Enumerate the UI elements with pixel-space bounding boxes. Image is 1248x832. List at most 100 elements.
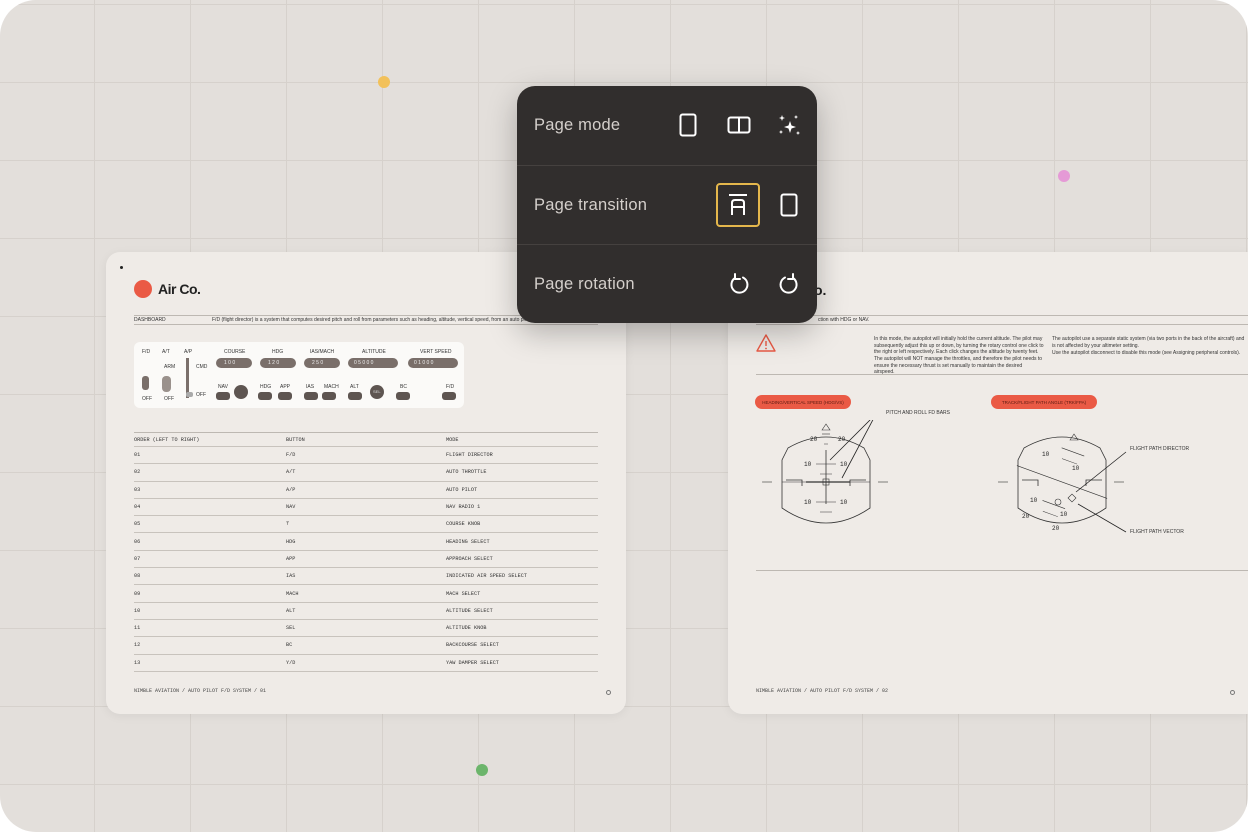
table-cell: YAW DAMPER SELECT xyxy=(446,654,598,672)
page-marker xyxy=(120,266,123,269)
button-label: IAS xyxy=(306,384,315,390)
toggle-switch xyxy=(162,376,171,392)
table-cell: 02 xyxy=(134,463,286,482)
table-header: ORDER (LEFT TO RIGHT) BUTTON MODE xyxy=(134,432,598,447)
table-cell: 13 xyxy=(134,654,286,672)
table-row: 04 NAV NAV RADIO 1 xyxy=(134,498,598,517)
canvas: Air Co. DASHBOARD F/D (flight director) … xyxy=(0,0,1248,832)
table-cell: A/P xyxy=(286,481,446,499)
table-row: 03 A/P AUTO PILOT xyxy=(134,481,598,499)
table-cell: 08 xyxy=(134,567,286,586)
attitude-indicator-fd-bars: 20 20 10 10 10 10 xyxy=(762,420,888,524)
pitch-label: 20 xyxy=(838,436,846,443)
switch-label: F/D xyxy=(142,349,151,355)
body-text: In this mode, the autopilot will initial… xyxy=(874,336,1044,355)
page-corner-marker xyxy=(1230,690,1235,695)
display-heading: 1 2 0 xyxy=(260,358,296,368)
fd-button-illustration xyxy=(442,392,456,400)
rotate-right-button[interactable] xyxy=(767,262,811,306)
callout-label: PITCH AND ROLL FD BARS xyxy=(886,410,950,416)
divider xyxy=(756,570,1248,571)
page-corner-marker xyxy=(606,690,611,695)
callout-label: FLIGHT PATH VECTOR xyxy=(1130,529,1184,535)
header-note: ction with HDG or NAV. xyxy=(818,317,870,323)
brand-name: Air Co. xyxy=(158,281,201,297)
page-mode-label: Page mode xyxy=(534,116,621,134)
page-curl-transition-button[interactable] xyxy=(716,183,760,227)
callout-label: FLIGHT PATH DIRECTOR xyxy=(1130,446,1190,452)
table-cell: IAS xyxy=(286,567,446,586)
table-cell: ALTITUDE SELECT xyxy=(446,602,598,620)
table-cell: 12 xyxy=(134,636,286,655)
table-cell: MACH SELECT xyxy=(446,584,598,603)
table-cell: 07 xyxy=(134,550,286,569)
divider xyxy=(134,324,598,325)
single-page-mode-button[interactable] xyxy=(666,103,710,147)
page-footer: NIMBLE AVIATION / AUTO PILOT F/D SYSTEM … xyxy=(756,688,889,694)
decor-dot-yellow xyxy=(378,76,390,88)
table-cell: COURSE KNOB xyxy=(446,515,598,534)
table-cell: 03 xyxy=(134,481,286,499)
table-cell: 05 xyxy=(134,515,286,534)
table-cell: HEADING SELECT xyxy=(446,532,598,551)
table-cell: BC xyxy=(286,636,446,655)
toggle-switch xyxy=(142,376,149,390)
table-row: 06 HDG HEADING SELECT xyxy=(134,532,598,551)
table-cell: AUTO PILOT xyxy=(446,481,598,499)
switch-state: OFF xyxy=(196,392,206,398)
table-cell: HDG xyxy=(286,532,446,551)
switch-label: A/T xyxy=(162,349,170,355)
table-cell: NAV RADIO 1 xyxy=(446,498,598,517)
two-page-mode-button[interactable] xyxy=(717,103,761,147)
sparkle-icon xyxy=(779,115,800,135)
nav-button-illustration xyxy=(216,392,230,400)
decor-dot-pink xyxy=(1058,170,1070,182)
button-label: APP xyxy=(280,384,291,390)
pitch-label: 20 xyxy=(1052,525,1060,532)
section-label: DASHBOARD xyxy=(134,317,166,323)
pitch-label: 10 xyxy=(1042,451,1050,458)
table-cell: AUTO THROTTLE xyxy=(446,463,598,482)
pitch-label: 10 xyxy=(1030,497,1038,504)
mach-button-illustration xyxy=(322,392,336,400)
page-rotation-label: Page rotation xyxy=(534,274,635,293)
page-transition-label: Page transition xyxy=(534,195,648,214)
page-transition-row: Page transition xyxy=(517,165,817,244)
auto-page-mode-button[interactable] xyxy=(767,103,811,147)
table-row: 12 BC BACKCOURSE SELECT xyxy=(134,636,598,655)
table-row: 11 SEL ALTITUDE KNOB xyxy=(134,619,598,638)
pitch-label: 10 xyxy=(804,461,812,468)
switch-state: ARM xyxy=(164,364,176,370)
altitude-knob-illustration: SEL xyxy=(370,385,384,399)
divider xyxy=(756,315,1248,316)
page-slide-transition-button[interactable] xyxy=(767,183,811,227)
bc-button-illustration xyxy=(396,392,410,400)
column-header: BUTTON xyxy=(286,432,446,447)
table-cell: ALT xyxy=(286,602,446,620)
table-cell: FLIGHT DIRECTOR xyxy=(446,446,598,465)
display-label: IAS/MACH xyxy=(310,349,335,355)
pitch-label: 10 xyxy=(840,499,848,506)
page-footer: NIMBLE AVIATION / AUTO PILOT F/D SYSTEM … xyxy=(134,688,267,694)
button-label: F/D xyxy=(446,384,455,390)
single-page-icon xyxy=(679,113,697,137)
pitch-label: 10 xyxy=(1072,465,1080,472)
table-cell: MACH xyxy=(286,584,446,603)
button-label: BC xyxy=(400,384,407,390)
attitude-indicator-fpv: 10 10 10 10 20 20 xyxy=(998,433,1127,533)
pitch-label: 10 xyxy=(840,461,848,468)
body-text: Use the autopilot disconnect to disable … xyxy=(1052,350,1241,356)
pitch-label: 20 xyxy=(1022,513,1030,520)
table-row: 02 A/T AUTO THROTTLE xyxy=(134,463,598,482)
table-cell: INDICATED AIR SPEED SELECT xyxy=(446,567,598,586)
alt-button-illustration xyxy=(348,392,362,400)
button-label: HDG xyxy=(260,384,272,390)
button-label: MACH xyxy=(324,384,339,390)
button-label: NAV xyxy=(218,384,228,390)
table-row: 01 F/D FLIGHT DIRECTOR xyxy=(134,446,598,465)
page-curl-icon xyxy=(729,194,747,215)
rotate-left-button[interactable] xyxy=(717,262,761,306)
table-cell: F/D xyxy=(286,446,446,465)
divider xyxy=(756,324,1248,325)
table-cell: SEL xyxy=(286,619,446,638)
